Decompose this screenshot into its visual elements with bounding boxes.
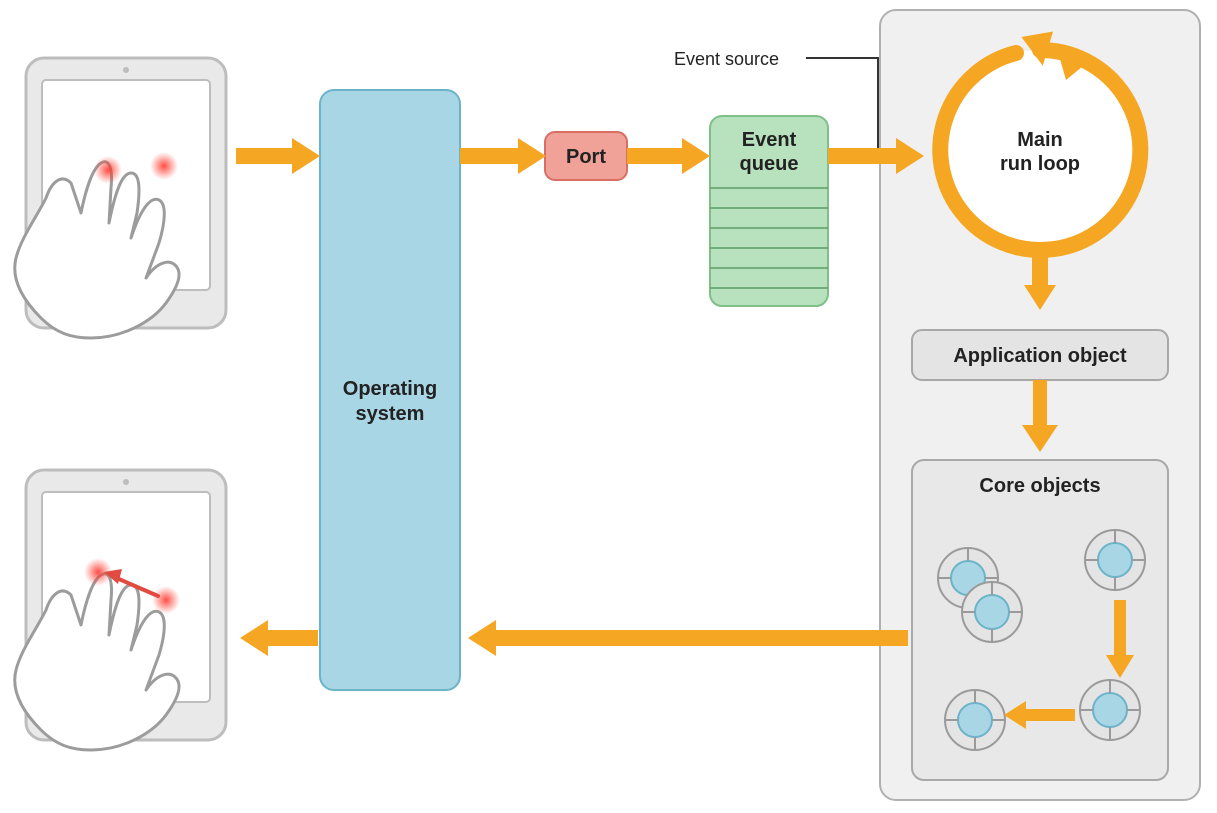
port-box: Port (545, 132, 627, 180)
operating-system-label-1: Operating (343, 378, 437, 400)
main-run-loop-label-2: run loop (1000, 153, 1080, 175)
core-object-icon (1085, 530, 1145, 590)
core-object-icon (945, 690, 1005, 750)
event-queue-box: Event queue (710, 116, 828, 306)
device-touch-input-icon (15, 58, 226, 338)
application-object-box: Application object (912, 330, 1168, 380)
core-objects-box: Core objects (912, 460, 1168, 780)
arrow-os-to-port-icon (460, 138, 546, 174)
core-objects-label: Core objects (979, 475, 1100, 497)
arrow-port-to-queue-icon (627, 138, 710, 174)
core-object-icon (962, 582, 1022, 642)
port-label: Port (566, 146, 606, 168)
event-source-label: Event source (674, 49, 779, 69)
event-queue-label-2: queue (740, 153, 799, 175)
operating-system-label-2: system (356, 403, 425, 425)
arrow-core-to-os-icon (468, 620, 908, 656)
application-object-label: Application object (953, 345, 1127, 367)
event-flow-diagram: Operating system Port Event queue Event … (0, 0, 1217, 813)
core-object-icon (1080, 680, 1140, 740)
device-touch-output-icon (15, 470, 226, 750)
arrow-os-to-device-icon (240, 620, 318, 656)
event-queue-label-1: Event (742, 129, 797, 151)
operating-system-box: Operating system (320, 90, 460, 690)
main-run-loop-label-1: Main (1017, 129, 1063, 151)
arrow-device-to-os-icon (236, 138, 320, 174)
application-panel: Main run loop Application object Core ob… (880, 10, 1200, 800)
